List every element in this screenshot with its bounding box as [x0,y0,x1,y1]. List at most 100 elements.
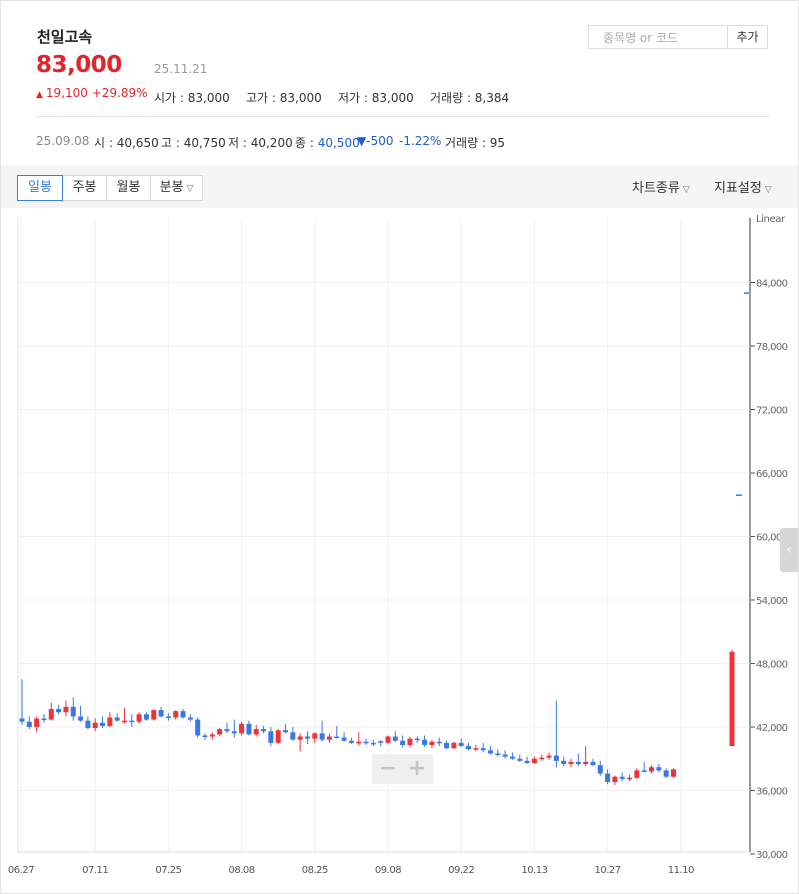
candle-body [729,651,735,747]
scale-label: Linear [756,214,786,225]
candle-body [70,706,76,717]
candle-body [517,758,523,761]
candle-body [173,711,179,718]
y-tick-label: 54,000 [756,596,788,607]
tab-weekly[interactable]: 주봉 [62,175,107,201]
y-tick-label: 30,000 [756,850,788,861]
candle-body [34,718,40,727]
candle-body [268,731,274,743]
candle-body [85,720,91,729]
candle-body [378,741,384,743]
candle-body [319,733,325,740]
candle-body [451,742,457,749]
candle-body [224,729,230,732]
chevron-left-icon[interactable]: ‹ [780,528,798,572]
candle-body [283,730,289,733]
candle-body [524,760,530,763]
chart-toolbar: 일봉 주봉 월봉 분봉 ▽ 차트종류 ▽ 지표설정 ▽ [1,165,798,208]
candle-body [143,714,149,720]
candle-body [546,755,552,758]
tab-monthly[interactable]: 월봉 [106,175,151,201]
candle-body [663,770,669,777]
candle-body [553,755,559,761]
detail-change: ▼-500 [357,134,394,148]
x-tick-label: 07.11 [82,865,108,876]
indicator-menu[interactable]: 지표설정 ▽ [714,177,772,196]
candle-body [605,773,611,783]
candle-body [641,770,647,772]
candlestick-chart[interactable]: 30,00036,00042,00048,00054,00060,00066,0… [0,208,799,892]
candle-body [480,748,486,751]
zoom-control: − + [372,754,433,784]
detail-low: 저 : 40,200 [228,136,293,150]
x-tick-label: 09.22 [448,865,474,876]
chart-type-menu[interactable]: 차트종류 ▽ [632,177,690,196]
candle-body [634,770,640,778]
y-tick-label: 48,000 [756,660,788,671]
search-box [588,25,728,49]
candle-body [597,765,603,774]
candle-body [180,711,186,718]
x-tick-label: 08.25 [302,865,328,876]
candle-body [121,720,127,723]
candle-body [231,731,237,734]
candle-body [261,729,267,732]
search-input[interactable] [601,27,725,49]
minus-icon[interactable]: − [374,756,402,782]
tab-daily[interactable]: 일봉 [17,175,63,201]
candle-body [649,767,655,772]
candle-body [568,761,574,765]
candle-body [356,741,362,744]
chevron-down-icon: ▽ [186,184,194,194]
candle-body [209,734,215,737]
detail-open: 시 : 40,650 [94,136,159,150]
candle-body [670,769,676,777]
candle-body [575,761,581,765]
candle-body [304,736,310,739]
candle-body [400,740,406,745]
candle-body [466,746,472,750]
detail-high: 고 : 40,750 [161,136,226,150]
candle-body [41,718,47,721]
candle-body [656,767,662,771]
candle-body [370,742,376,745]
candle-body [436,741,442,744]
candle-body [165,716,171,718]
candle-body [312,733,318,739]
candle-body [363,741,369,744]
y-tick-label: 72,000 [756,406,788,417]
y-tick-label: 42,000 [756,723,788,734]
up-triangle-icon: ▲ [36,90,43,100]
tab-minute[interactable]: 분봉 ▽ [150,175,203,201]
plus-icon[interactable]: + [403,756,431,782]
candle-body [136,714,142,722]
candle-body [107,717,113,726]
candle-body [502,754,508,757]
candle-body [348,740,354,743]
x-tick-label: 10.27 [595,865,621,876]
x-tick-label: 11.10 [668,865,694,876]
candle-body [487,750,493,754]
add-button[interactable]: 추가 [727,25,768,49]
candle-body [509,756,515,759]
candle-body [429,741,435,745]
candle-body [26,721,32,727]
y-tick-label: 78,000 [756,342,788,353]
candle-body [407,738,413,745]
x-tick-label: 10.13 [521,865,547,876]
candle-body [56,709,62,713]
candle-body [590,761,596,766]
current-price: 83,000 [36,52,122,78]
candle-body [619,776,625,779]
candle-body [297,736,303,740]
candle-body [539,757,545,760]
candle-body [458,742,464,747]
change-percent: +29.89% [91,86,148,100]
candle-body [495,753,501,755]
candle-body [531,758,537,763]
divider [36,116,769,117]
candle-body [114,717,120,721]
stock-name: 천일고속 [37,28,93,46]
candle-body [129,720,135,723]
candle-body [290,732,296,740]
